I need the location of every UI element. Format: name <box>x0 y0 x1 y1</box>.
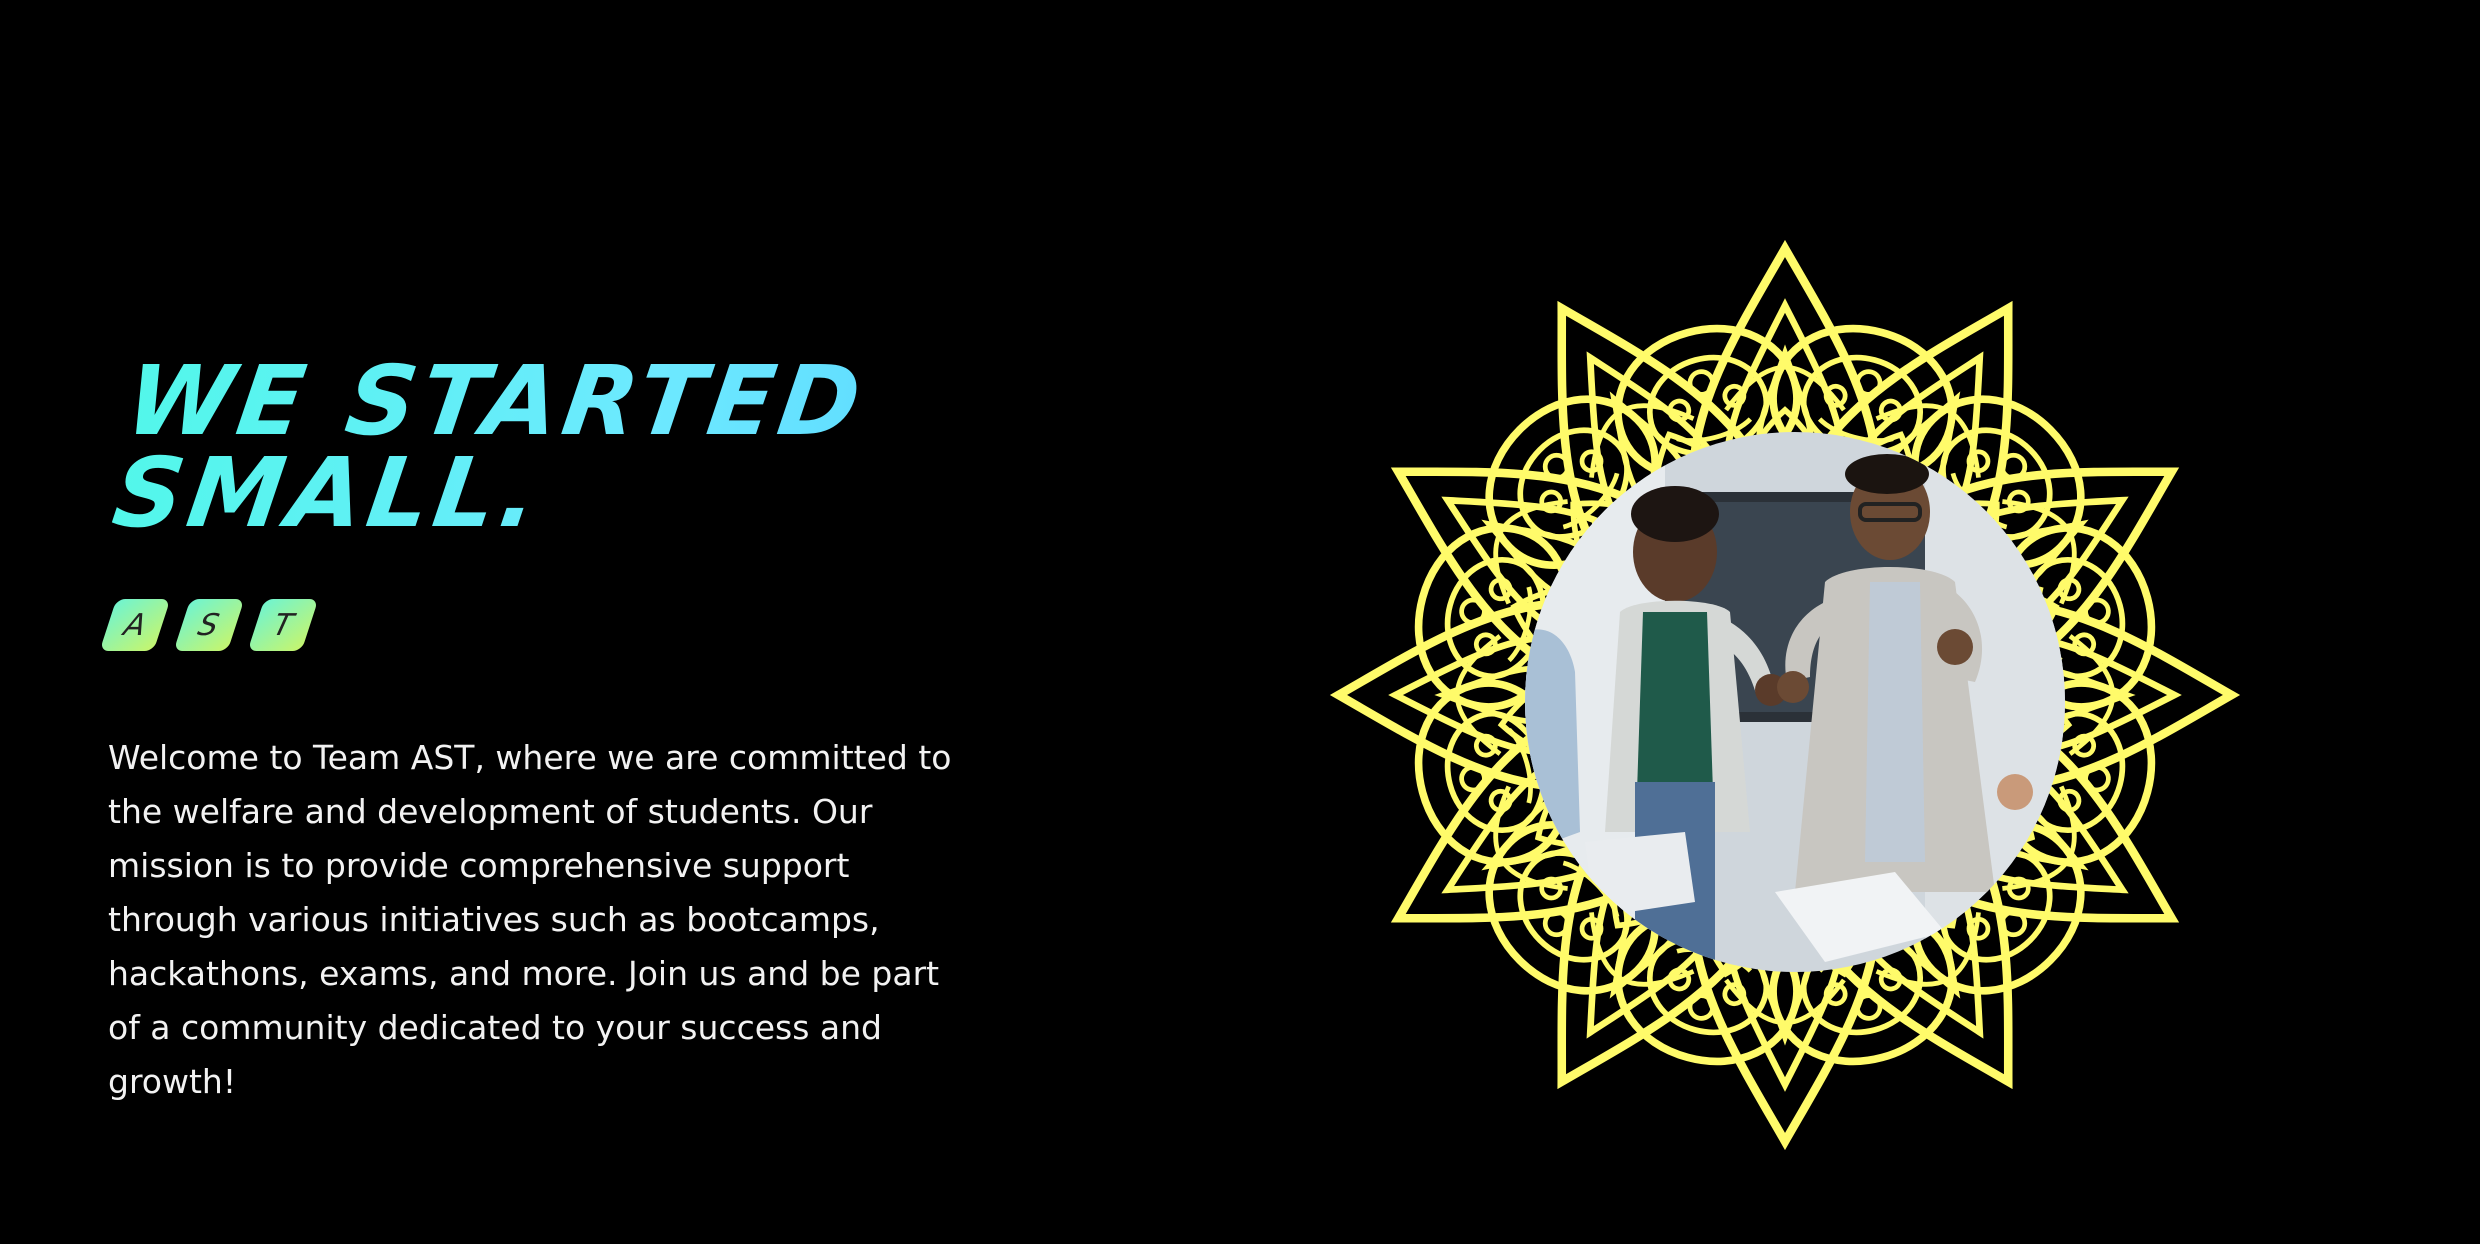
team-celebration-photo <box>1525 432 2065 972</box>
hero-description: Welcome to Team AST, where we are commit… <box>108 738 952 1101</box>
tag-s-letter: S <box>195 607 223 643</box>
tag-t-letter: T <box>269 607 297 643</box>
headline-line-1: WE STARTED <box>119 345 872 457</box>
tag-s: S <box>173 599 245 651</box>
people-celebrating-image <box>1525 432 2065 972</box>
tag-a-letter: A <box>120 607 150 643</box>
tag-t: T <box>247 599 319 651</box>
team-initials-tags: A S T <box>99 599 988 651</box>
headline-line-2: SMALL. <box>106 437 551 549</box>
tag-a: A <box>99 599 171 651</box>
hero-headline: WE STARTED SMALL. <box>108 355 1014 539</box>
hero-text-section: WE STARTED SMALL. A S T Welcome to Team … <box>99 355 988 1109</box>
